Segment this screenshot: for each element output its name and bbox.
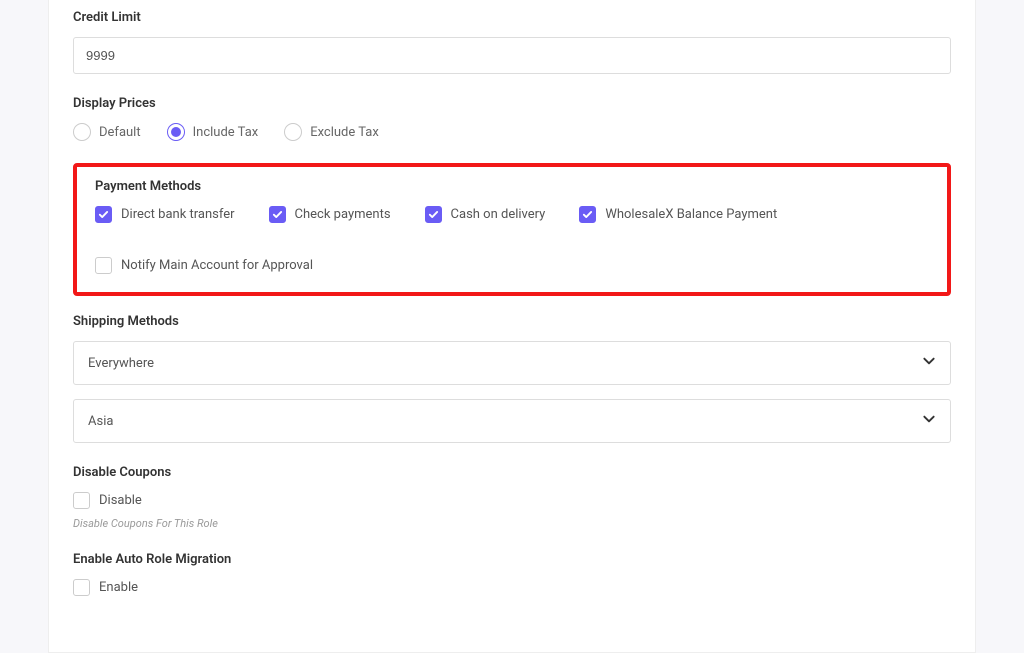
shipping-select-everywhere[interactable]: Everywhere — [73, 341, 951, 385]
checkbox-label: Check payments — [295, 207, 391, 222]
checkbox-label: Cash on delivery — [451, 207, 546, 222]
display-prices-section: Display Prices Default Include Tax Exclu… — [73, 96, 951, 141]
credit-limit-label: Credit Limit — [73, 10, 951, 25]
radio-label: Include Tax — [193, 125, 259, 140]
checkbox-icon — [95, 257, 112, 274]
radio-include-tax[interactable]: Include Tax — [167, 123, 259, 141]
checkbox-label: Direct bank transfer — [121, 207, 235, 222]
checkbox-disable-coupons[interactable]: Disable — [73, 492, 142, 509]
settings-panel: Credit Limit Display Prices Default Incl… — [48, 0, 976, 653]
radio-icon — [167, 123, 185, 141]
checkbox-label: Enable — [99, 580, 138, 595]
shipping-methods-label: Shipping Methods — [73, 314, 951, 329]
checkbox-icon — [579, 206, 596, 223]
radio-exclude-tax[interactable]: Exclude Tax — [284, 123, 379, 141]
radio-icon — [284, 123, 302, 141]
display-prices-options: Default Include Tax Exclude Tax — [73, 123, 951, 141]
checkbox-icon — [73, 492, 90, 509]
disable-coupons-label: Disable Coupons — [73, 465, 951, 480]
radio-label: Exclude Tax — [310, 125, 379, 140]
disable-coupons-hint: Disable Coupons For This Role — [73, 517, 951, 530]
radio-icon — [73, 123, 91, 141]
checkbox-enable-auto-role-migration[interactable]: Enable — [73, 579, 138, 596]
radio-label: Default — [99, 125, 141, 140]
checkbox-icon — [95, 206, 112, 223]
checkbox-cash-on-delivery[interactable]: Cash on delivery — [425, 206, 546, 223]
select-value: Asia — [88, 414, 113, 429]
display-prices-label: Display Prices — [73, 96, 951, 111]
credit-limit-input[interactable] — [73, 37, 951, 74]
checkbox-wholesalex-balance[interactable]: WholesaleX Balance Payment — [579, 206, 777, 223]
checkbox-icon — [425, 206, 442, 223]
disable-coupons-section: Disable Coupons Disable Disable Coupons … — [73, 465, 951, 530]
checkbox-icon — [73, 579, 90, 596]
chevron-down-icon — [922, 354, 936, 372]
auto-role-migration-section: Enable Auto Role Migration Enable — [73, 552, 951, 600]
credit-limit-section: Credit Limit — [73, 10, 951, 74]
checkbox-icon — [269, 206, 286, 223]
payment-methods-highlight: Payment Methods Direct bank transfer Che… — [73, 163, 951, 296]
radio-default[interactable]: Default — [73, 123, 141, 141]
shipping-methods-section: Shipping Methods Everywhere Asia — [73, 314, 951, 443]
auto-role-migration-label: Enable Auto Role Migration — [73, 552, 951, 567]
checkbox-label: Notify Main Account for Approval — [121, 258, 313, 273]
shipping-select-asia[interactable]: Asia — [73, 399, 951, 443]
checkbox-check-payments[interactable]: Check payments — [269, 206, 391, 223]
payment-methods-label: Payment Methods — [95, 179, 929, 194]
checkbox-direct-bank-transfer[interactable]: Direct bank transfer — [95, 206, 235, 223]
select-value: Everywhere — [88, 356, 154, 371]
checkbox-notify-main-account[interactable]: Notify Main Account for Approval — [95, 257, 313, 274]
checkbox-label: Disable — [99, 493, 142, 508]
chevron-down-icon — [922, 412, 936, 430]
payment-methods-options: Direct bank transfer Check payments Cash… — [95, 206, 929, 274]
checkbox-label: WholesaleX Balance Payment — [605, 207, 777, 222]
